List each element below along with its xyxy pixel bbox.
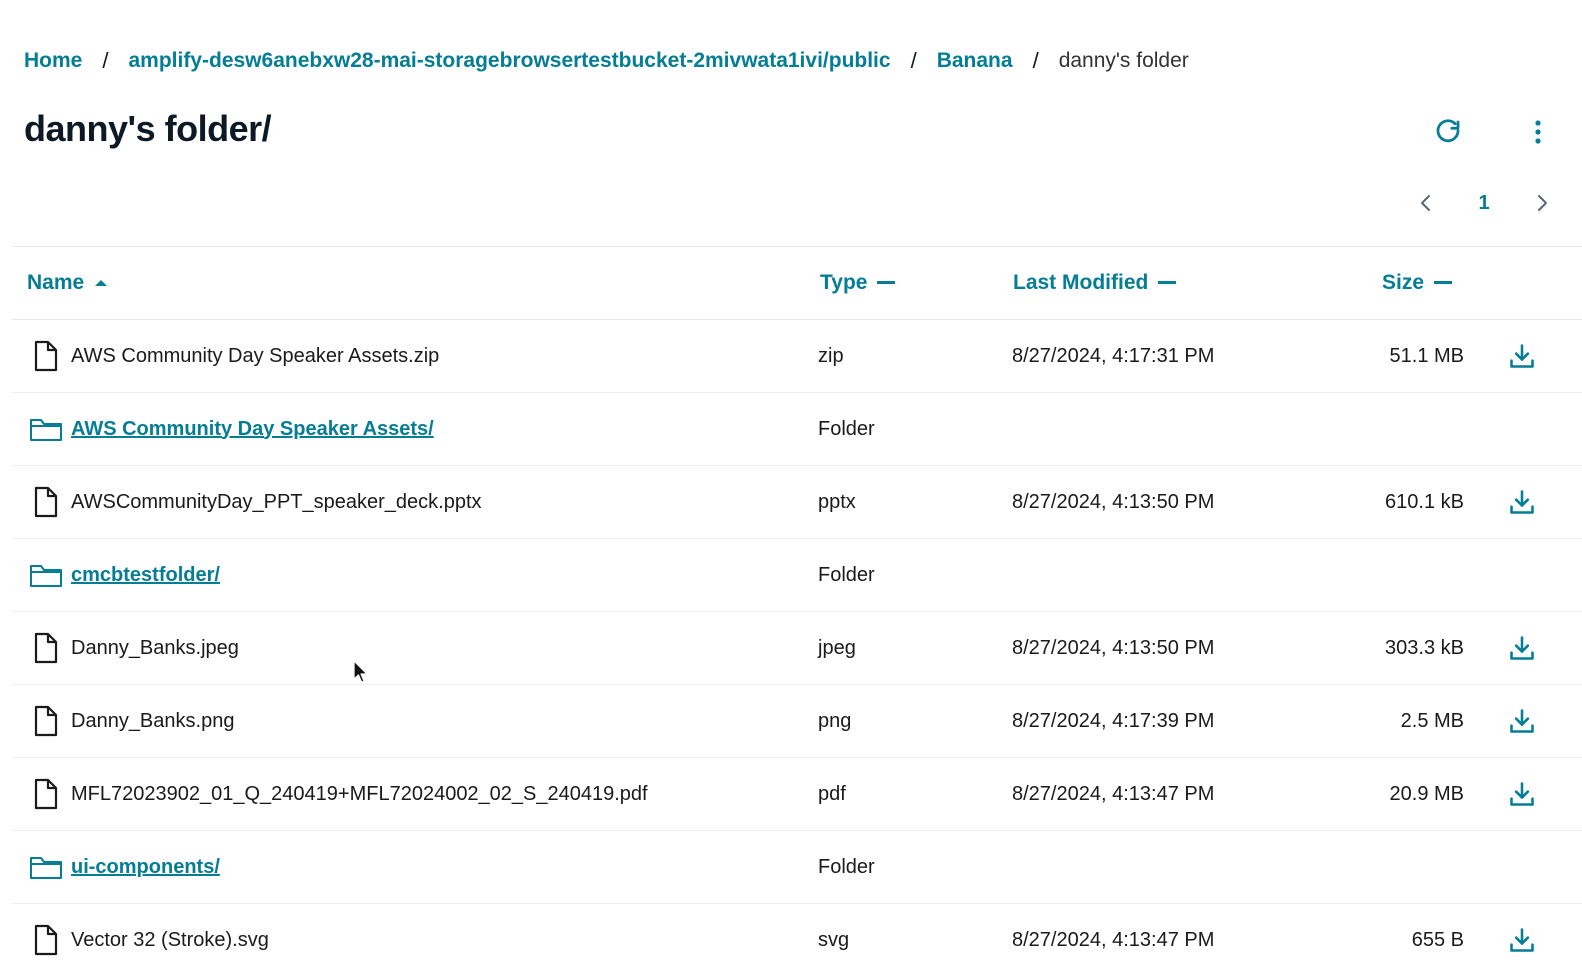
table-row[interactable]: Danny_Banks.png png 8/27/2024, 4:17:39 P…	[12, 685, 1582, 758]
download-icon	[1508, 342, 1536, 370]
file-table: Name Type Last Modified Size AWS Communi…	[12, 246, 1582, 976]
file-size: 20.9 MB	[1389, 782, 1464, 805]
table-row[interactable]: ui-components/ Folder	[12, 831, 1582, 904]
chevron-left-icon	[1421, 195, 1430, 211]
file-size: 51.1 MB	[1389, 344, 1464, 367]
sort-ascending-icon	[94, 278, 108, 288]
file-type: svg	[818, 928, 850, 951]
page-title: danny's folder/	[24, 108, 272, 149]
download-button[interactable]	[1504, 685, 1540, 757]
column-header-last-modified-label: Last Modified	[1013, 271, 1149, 294]
file-icon	[28, 685, 64, 757]
file-icon	[28, 320, 64, 392]
folder-link[interactable]: ui-components/	[71, 831, 220, 903]
more-actions-button[interactable]	[1520, 112, 1556, 152]
file-type: Folder	[818, 563, 875, 586]
folder-icon	[28, 831, 64, 903]
file-type: Folder	[818, 855, 875, 878]
file-size: 655 B	[1411, 928, 1464, 951]
current-page-number[interactable]: 1	[1444, 192, 1524, 215]
file-icon	[28, 612, 64, 684]
breadcrumb-separator: /	[910, 48, 917, 73]
previous-page-button[interactable]	[1408, 186, 1444, 220]
column-header-name[interactable]: Name	[27, 271, 108, 295]
sort-none-icon	[1158, 281, 1177, 285]
column-header-size-label: Size	[1382, 271, 1425, 294]
file-name: AWSCommunityDay_PPT_speaker_deck.pptx	[71, 490, 482, 513]
sort-none-icon	[1434, 281, 1453, 285]
mouse-cursor-icon	[353, 660, 368, 683]
file-icon	[28, 758, 64, 830]
file-name: Danny_Banks.png	[71, 709, 235, 732]
file-type: Folder	[818, 417, 875, 440]
table-row[interactable]: cmcbtestfolder/ Folder	[12, 539, 1582, 612]
download-icon	[1508, 488, 1536, 516]
table-header: Name Type Last Modified Size	[12, 247, 1582, 320]
file-name: AWS Community Day Speaker Assets.zip	[71, 344, 440, 367]
table-row[interactable]: MFL72023902_01_Q_240419+MFL72024002_02_S…	[12, 758, 1582, 831]
download-button[interactable]	[1504, 320, 1540, 392]
column-header-last-modified[interactable]: Last Modified	[1013, 271, 1177, 295]
breadcrumb: Home / amplify-desw6anebxw28-mai-storage…	[24, 46, 1189, 76]
table-row[interactable]: AWSCommunityDay_PPT_speaker_deck.pptx pp…	[12, 466, 1582, 539]
last-modified: 8/27/2024, 4:13:50 PM	[1012, 636, 1215, 659]
file-size: 303.3 kB	[1385, 636, 1464, 659]
storage-browser: Home / amplify-desw6anebxw28-mai-storage…	[0, 0, 1582, 976]
download-icon	[1508, 780, 1536, 808]
file-size: 610.1 kB	[1385, 490, 1464, 513]
folder-link[interactable]: cmcbtestfolder/	[71, 539, 220, 611]
pagination: 1	[1408, 186, 1560, 220]
file-type: zip	[818, 344, 844, 367]
chevron-right-icon	[1538, 195, 1547, 211]
folder-link[interactable]: AWS Community Day Speaker Assets/	[71, 393, 434, 465]
table-body: AWS Community Day Speaker Assets.zip zip…	[12, 320, 1582, 976]
column-header-name-label: Name	[27, 271, 85, 294]
file-icon	[28, 466, 64, 538]
download-icon	[1508, 926, 1536, 954]
breadcrumb-current: danny's folder	[1058, 49, 1189, 72]
breadcrumb-banana-link[interactable]: Banana	[937, 49, 1013, 73]
file-type: pdf	[818, 782, 846, 805]
file-type: pptx	[818, 490, 856, 513]
last-modified: 8/27/2024, 4:13:47 PM	[1012, 782, 1215, 805]
refresh-icon	[1436, 119, 1460, 143]
refresh-button[interactable]	[1428, 112, 1468, 152]
folder-icon	[28, 539, 64, 611]
column-header-size[interactable]: Size	[1382, 271, 1453, 295]
file-name: Vector 32 (Stroke).svg	[71, 928, 269, 951]
table-row[interactable]: AWS Community Day Speaker Assets/ Folder	[12, 393, 1582, 466]
breadcrumb-home-link[interactable]: Home	[24, 49, 82, 73]
download-button[interactable]	[1504, 466, 1540, 538]
file-name: MFL72023902_01_Q_240419+MFL72024002_02_S…	[71, 782, 648, 805]
last-modified: 8/27/2024, 4:13:47 PM	[1012, 928, 1215, 951]
download-button[interactable]	[1504, 612, 1540, 684]
file-size: 2.5 MB	[1400, 709, 1464, 732]
file-name: Danny_Banks.jpeg	[71, 636, 239, 659]
download-icon	[1508, 634, 1536, 662]
last-modified: 8/27/2024, 4:17:39 PM	[1012, 709, 1215, 732]
next-page-button[interactable]	[1524, 186, 1560, 220]
download-button[interactable]	[1504, 758, 1540, 830]
column-header-type[interactable]: Type	[820, 271, 896, 295]
table-row[interactable]: Vector 32 (Stroke).svg svg 8/27/2024, 4:…	[12, 904, 1582, 976]
download-icon	[1508, 707, 1536, 735]
file-icon	[28, 904, 64, 976]
more-vertical-icon	[1535, 120, 1541, 144]
table-row[interactable]: AWS Community Day Speaker Assets.zip zip…	[12, 320, 1582, 393]
column-header-type-label: Type	[820, 271, 868, 294]
sort-none-icon	[877, 281, 896, 285]
breadcrumb-separator: /	[1032, 48, 1039, 73]
last-modified: 8/27/2024, 4:13:50 PM	[1012, 490, 1215, 513]
file-type: png	[818, 709, 852, 732]
file-type: jpeg	[818, 636, 856, 659]
table-row[interactable]: Danny_Banks.jpeg jpeg 8/27/2024, 4:13:50…	[12, 612, 1582, 685]
last-modified: 8/27/2024, 4:17:31 PM	[1012, 344, 1215, 367]
breadcrumb-separator: /	[102, 48, 109, 73]
breadcrumb-bucket-link[interactable]: amplify-desw6anebxw28-mai-storagebrowser…	[128, 49, 890, 73]
folder-icon	[28, 393, 64, 465]
download-button[interactable]	[1504, 904, 1540, 976]
